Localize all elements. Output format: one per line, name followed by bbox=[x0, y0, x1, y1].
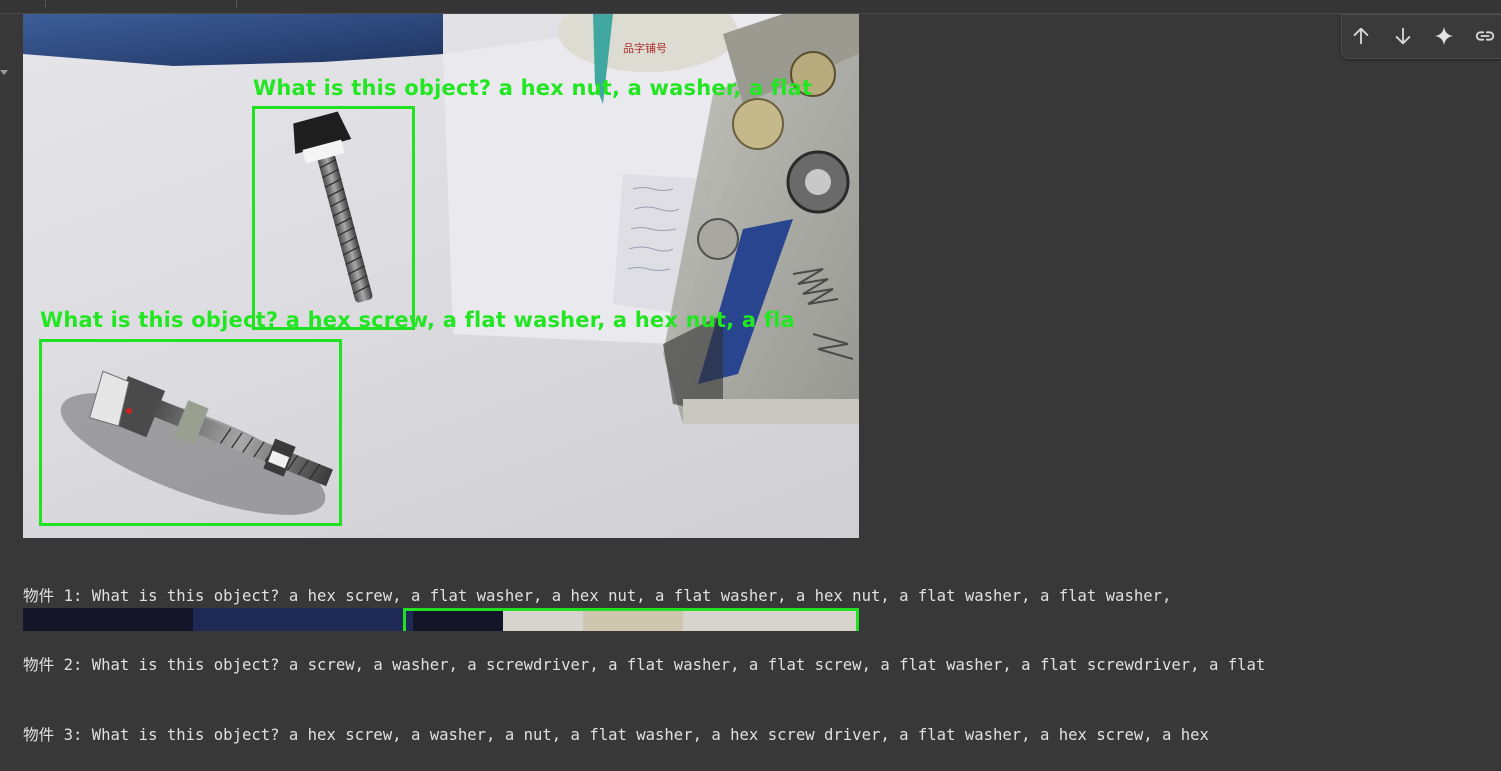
detection-label: What is this object? a hex screw, a flat… bbox=[40, 308, 795, 332]
output-line: 物件 1: What is this object? a hex screw, … bbox=[23, 586, 1172, 605]
tab-divider bbox=[236, 0, 237, 7]
link-icon bbox=[1475, 31, 1495, 41]
collapse-output-icon[interactable] bbox=[0, 70, 8, 75]
output-line: 物件 3: What is this object? a hex screw, … bbox=[23, 726, 1209, 745]
detection-box bbox=[252, 106, 415, 330]
detection-box bbox=[39, 339, 342, 526]
cell-toolbar bbox=[1341, 14, 1501, 59]
move-cell-down-button[interactable] bbox=[1390, 23, 1416, 49]
cell-top-strip bbox=[0, 0, 1501, 14]
detection-box bbox=[403, 608, 859, 631]
output-line: 物件 2: What is this object? a screw, a wa… bbox=[23, 656, 1266, 675]
tab-divider bbox=[45, 0, 46, 7]
output-image: 品字铺号 What is this object? a hex nut, a w… bbox=[23, 14, 859, 538]
sparkle-icon bbox=[1434, 26, 1454, 46]
cell-text-output: 物件 1: What is this object? a hex screw, … bbox=[23, 538, 1501, 771]
arrow-down-icon bbox=[1395, 27, 1411, 45]
copy-link-button[interactable] bbox=[1472, 23, 1498, 49]
move-cell-up-button[interactable] bbox=[1348, 23, 1374, 49]
gemini-button[interactable] bbox=[1431, 23, 1457, 49]
object-print-text: 品字铺号 bbox=[623, 41, 667, 55]
detection-label: What is this object? a hex nut, a washer… bbox=[253, 76, 813, 100]
output-image bbox=[23, 608, 859, 631]
arrow-up-icon bbox=[1353, 27, 1369, 45]
